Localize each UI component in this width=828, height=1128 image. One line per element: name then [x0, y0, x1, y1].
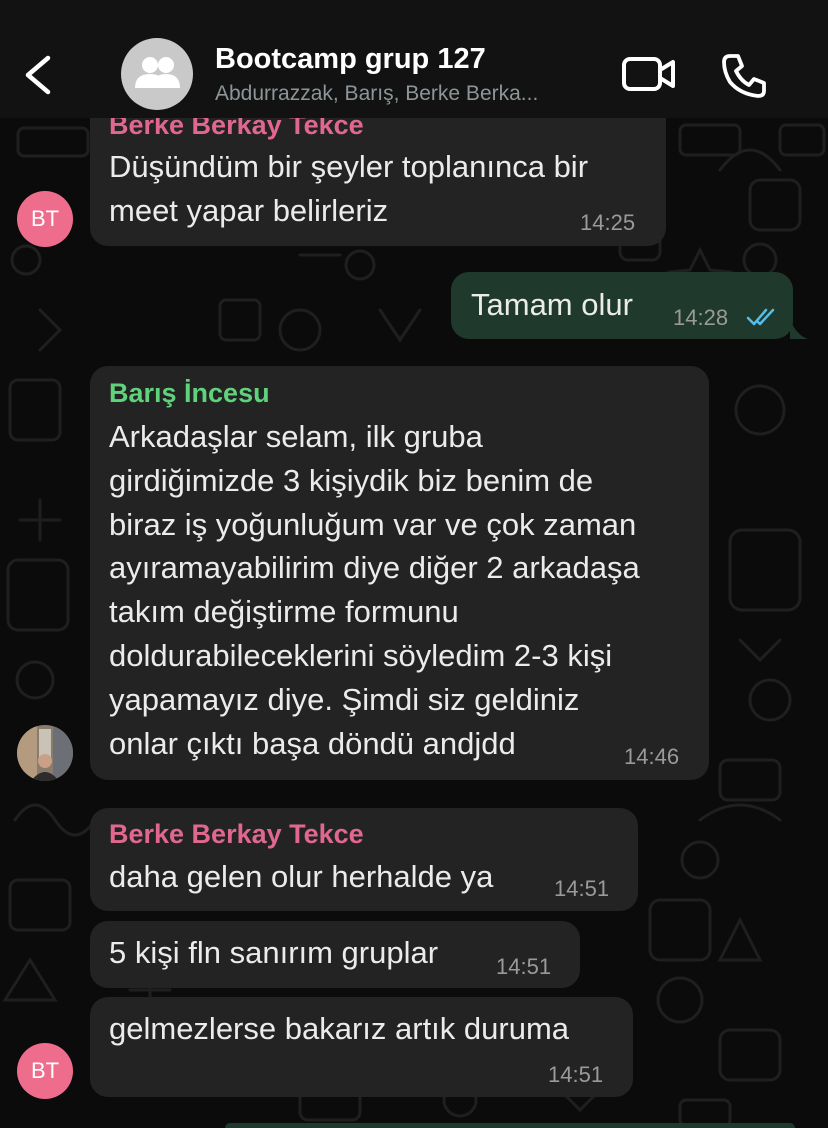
message-bubble[interactable]: gelmezlerse bakarız artık duruma 14:51 — [90, 997, 633, 1097]
bubble-tail-icon — [790, 319, 808, 339]
message-time: 14:46 — [624, 744, 680, 769]
message-sender: Barış İncesu — [109, 378, 270, 408]
message-text: Düşündüm bir şeyler toplanınca bir meet … — [109, 149, 589, 228]
message-time: 14:51 — [554, 876, 610, 901]
group-avatar[interactable] — [121, 38, 193, 110]
message-time: 14:51 — [496, 954, 552, 979]
back-chevron-icon — [25, 55, 51, 95]
message-sender: Berke Berkay Tekce — [109, 819, 364, 849]
double-check-icon — [746, 308, 775, 326]
message-text: gelmezlerse bakarız artık duruma — [109, 1011, 570, 1046]
message-time: 14:25 — [580, 210, 636, 235]
message-time: 14:28 — [673, 305, 729, 330]
chat-title[interactable]: Bootcamp grup 127 — [215, 43, 486, 76]
message-time: 14:51 — [548, 1062, 604, 1087]
message-bubble-outgoing[interactable]: Tamam olur 14:28 — [451, 272, 793, 339]
chat-participants[interactable]: Abdurrazzak, Barış, Berke Berka... — [215, 82, 605, 106]
sender-avatar-photo[interactable] — [17, 725, 73, 781]
video-camera-icon — [622, 57, 675, 91]
sender-avatar[interactable]: BT — [17, 191, 73, 247]
message-bubble[interactable]: Berke Berkay Tekce Düşündüm bir şeyler t… — [90, 100, 666, 246]
message-text: Arkadaşlar selam, ilk gruba girdiğimizde… — [109, 419, 640, 761]
message-bubble[interactable]: Berke Berkay Tekce daha gelen olur herha… — [90, 808, 638, 911]
group-people-icon — [135, 57, 180, 88]
voice-call-button[interactable] — [718, 50, 770, 100]
chat-header: Bootcamp grup 127 Abdurrazzak, Barış, Be… — [0, 0, 828, 118]
message-text: 5 kişi fln sanırım gruplar — [109, 935, 439, 970]
message-text: Tamam olur — [471, 287, 633, 322]
message-text: daha gelen olur herhalde ya — [109, 859, 494, 894]
back-button[interactable] — [14, 50, 64, 100]
message-bubble[interactable]: 5 kişi fln sanırım gruplar 14:51 — [90, 921, 580, 988]
sender-avatar[interactable]: BT — [17, 1043, 73, 1099]
phone-icon — [722, 54, 766, 98]
video-call-button[interactable] — [620, 52, 678, 96]
message-bubble[interactable]: Barış İncesu Arkadaşlar selam, ilk gruba… — [90, 366, 709, 780]
next-message-bubble-edge — [225, 1123, 795, 1128]
avatar-photo-icon — [17, 725, 73, 781]
